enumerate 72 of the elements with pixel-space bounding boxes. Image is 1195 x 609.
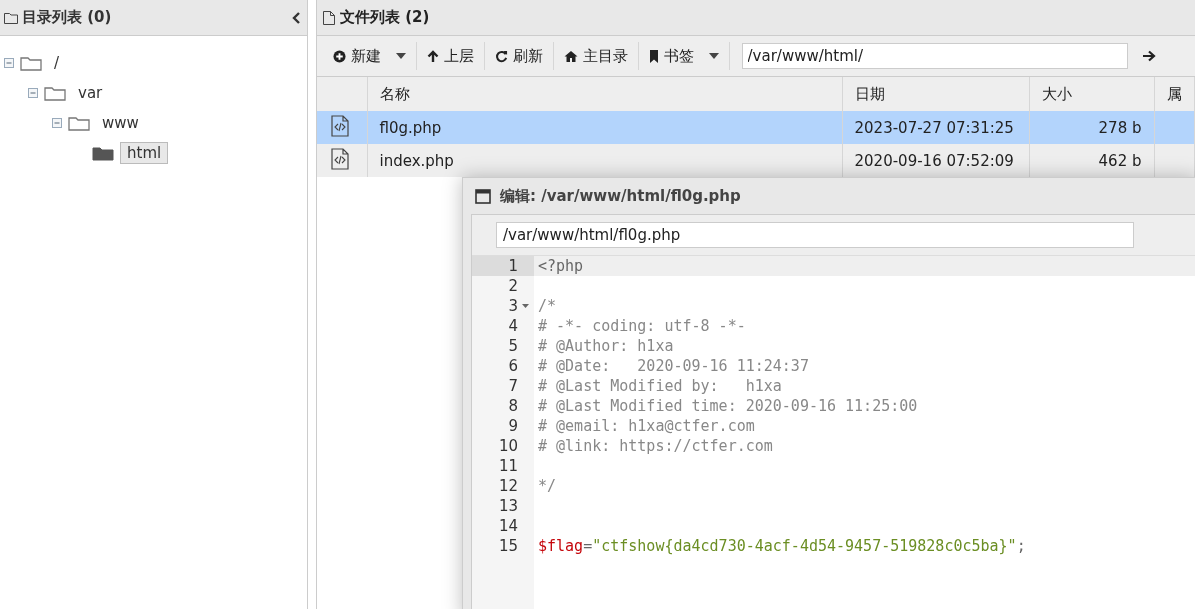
line-number: 9: [508, 416, 518, 436]
file-size: 278 b: [1029, 111, 1154, 144]
toolbar-button[interactable]: 新建: [323, 42, 417, 70]
panel-title: 目录列表 (0): [22, 8, 113, 27]
panel-title: 文件列表 (2): [340, 8, 430, 27]
arrow-up-icon: [426, 49, 439, 63]
toolbar-button[interactable]: 书签: [638, 42, 730, 70]
line-number: 7: [508, 376, 518, 396]
line-number: 1: [508, 256, 518, 276]
line-number: 2: [508, 276, 518, 296]
collapse-toggle-icon[interactable]: [28, 88, 38, 98]
column-header[interactable]: 日期: [842, 77, 1029, 111]
column-header[interactable]: 属: [1154, 77, 1195, 111]
refresh-icon: [494, 49, 508, 63]
path-field[interactable]: /var/www/html/: [741, 43, 1128, 69]
arrow-right-icon[interactable]: [1141, 50, 1156, 62]
line-number: 8: [508, 396, 518, 416]
code-line: # @link: https://ctfer.com: [538, 436, 773, 456]
code-line: # @email: h1xa@ctfer.com: [538, 416, 755, 436]
line-number: 6: [508, 356, 518, 376]
plus-circle-icon: [333, 49, 346, 63]
file-icon: [323, 10, 335, 25]
editor-title: 编辑: /var/www/html/fl0g.php: [500, 186, 741, 206]
line-number: 5: [508, 336, 518, 356]
folder-icon: [68, 115, 90, 131]
column-header[interactable]: 大小: [1029, 77, 1154, 111]
toolbar-button[interactable]: 上层: [416, 42, 485, 70]
line-number: 13: [498, 496, 518, 516]
bookmark-icon: [648, 49, 659, 63]
line-number: 10: [498, 436, 518, 456]
line-number: 12: [498, 476, 518, 496]
window-icon: [475, 188, 491, 204]
code-line: */: [538, 476, 557, 496]
file-size: 462 b: [1029, 144, 1154, 177]
file-row[interactable]: index.php 2020-09-16 07:52:09 462 b: [317, 144, 1195, 177]
file-path-field[interactable]: /var/www/html/fl0g.php: [496, 222, 1134, 248]
code-line: # @Author: h1xa: [538, 336, 674, 356]
file-date: 2020-09-16 07:52:09: [842, 144, 1029, 177]
file-name: index.php: [367, 144, 842, 177]
toolbar-button[interactable]: 主目录: [553, 42, 639, 70]
code-line: # @Last Modified by: h1xa: [538, 376, 782, 396]
fold-caret-icon[interactable]: [522, 304, 529, 308]
folder-label[interactable]: var: [72, 83, 109, 103]
file-date: 2023-07-27 07:31:25: [842, 111, 1029, 144]
file-row[interactable]: fl0g.php 2023-07-27 07:31:25 278 b: [317, 111, 1195, 144]
folder-label[interactable]: /: [48, 53, 66, 73]
home-icon: [563, 50, 578, 62]
toolbar-button[interactable]: 刷新: [484, 42, 554, 70]
code-line: $flag="ctfshow{da4cd730-4acf-4d54-9457-519828c0c5ba}";: [538, 536, 1026, 556]
collapse-toggle-icon[interactable]: [52, 118, 62, 128]
line-number: 14: [498, 516, 518, 536]
line-number: 4: [508, 316, 518, 336]
folder-icon: [20, 55, 42, 71]
file-name: fl0g.php: [367, 111, 842, 144]
chevron-left-icon[interactable]: [292, 11, 301, 24]
code-file-icon: [331, 147, 349, 170]
code-file-icon: [331, 114, 349, 137]
code-line: # -*- coding: utf-8 -*-: [538, 316, 746, 336]
column-header[interactable]: 名称: [367, 77, 842, 111]
code-line: <?php: [538, 256, 584, 276]
line-number: 3: [508, 296, 518, 316]
folder-label[interactable]: html: [120, 142, 169, 164]
code-line: /*: [538, 296, 557, 316]
folder-label[interactable]: www: [96, 113, 145, 133]
line-number: 15: [498, 536, 518, 556]
folder-icon: [4, 11, 18, 24]
code-line: # @Last Modified time: 2020-09-16 11:25:00: [538, 396, 918, 416]
line-number: 11: [498, 456, 518, 476]
folder-icon: [44, 85, 66, 101]
folder-icon: [92, 145, 114, 161]
code-line: # @Date: 2020-09-16 11:24:37: [538, 356, 809, 376]
collapse-toggle-icon[interactable]: [4, 58, 14, 68]
